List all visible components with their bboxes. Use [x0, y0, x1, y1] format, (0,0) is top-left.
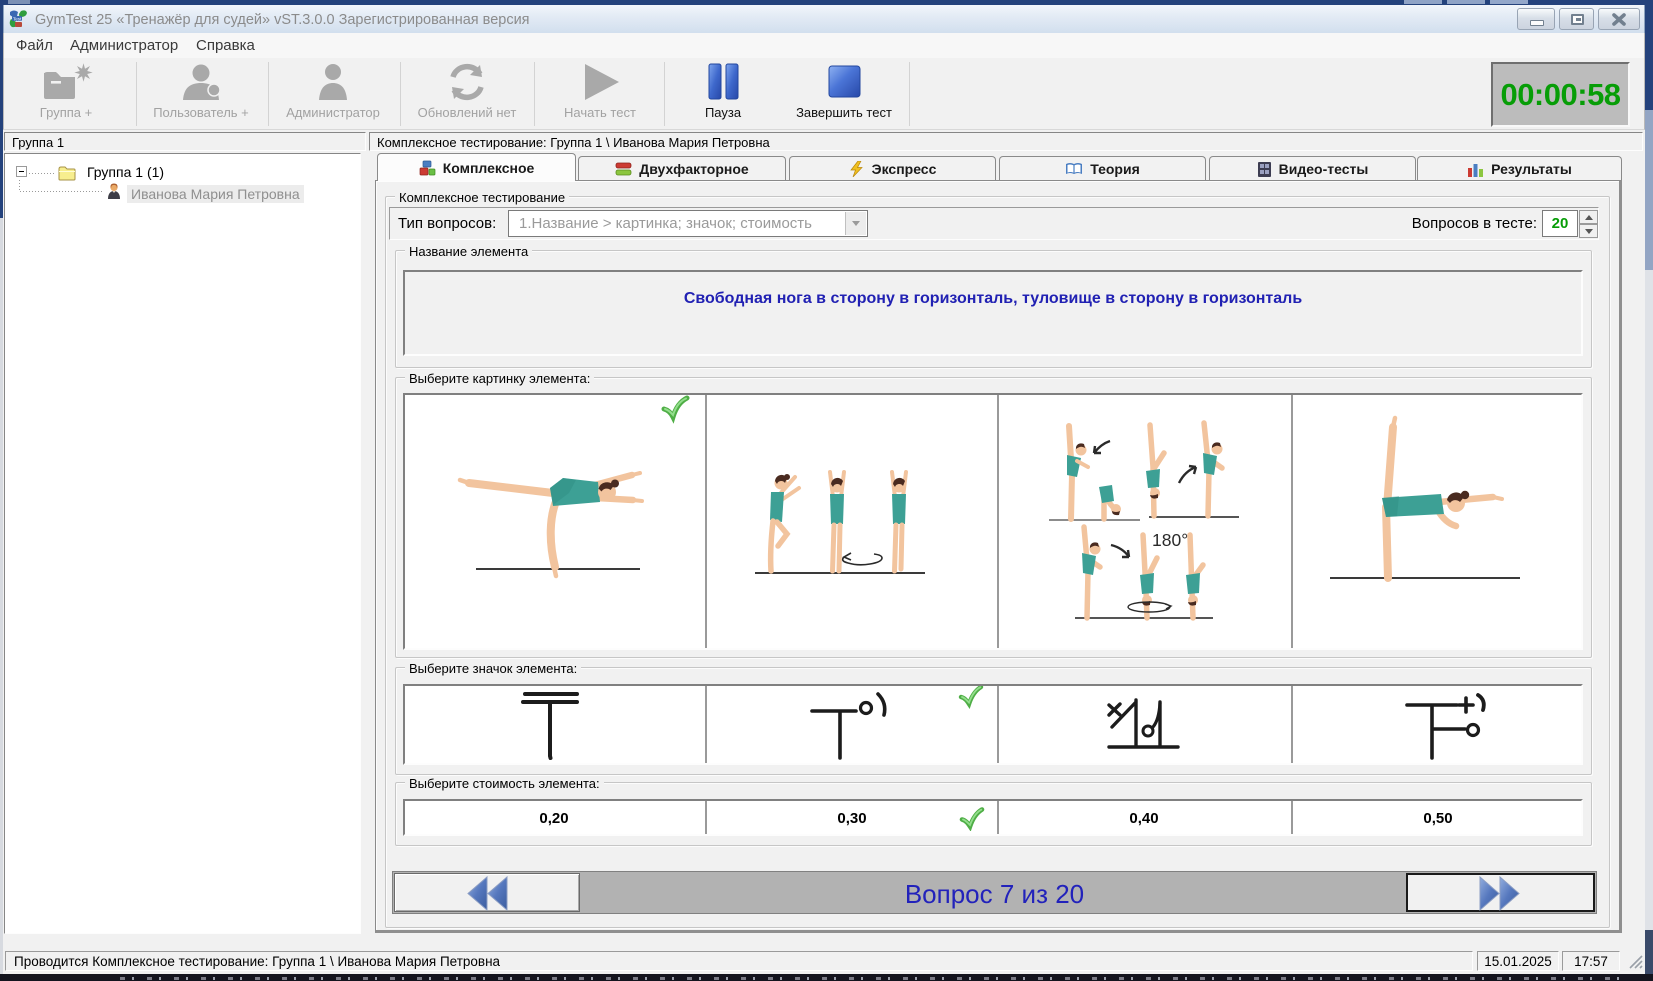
svg-text:180°: 180° — [1152, 530, 1188, 550]
svg-text:Test: Test — [13, 17, 22, 22]
